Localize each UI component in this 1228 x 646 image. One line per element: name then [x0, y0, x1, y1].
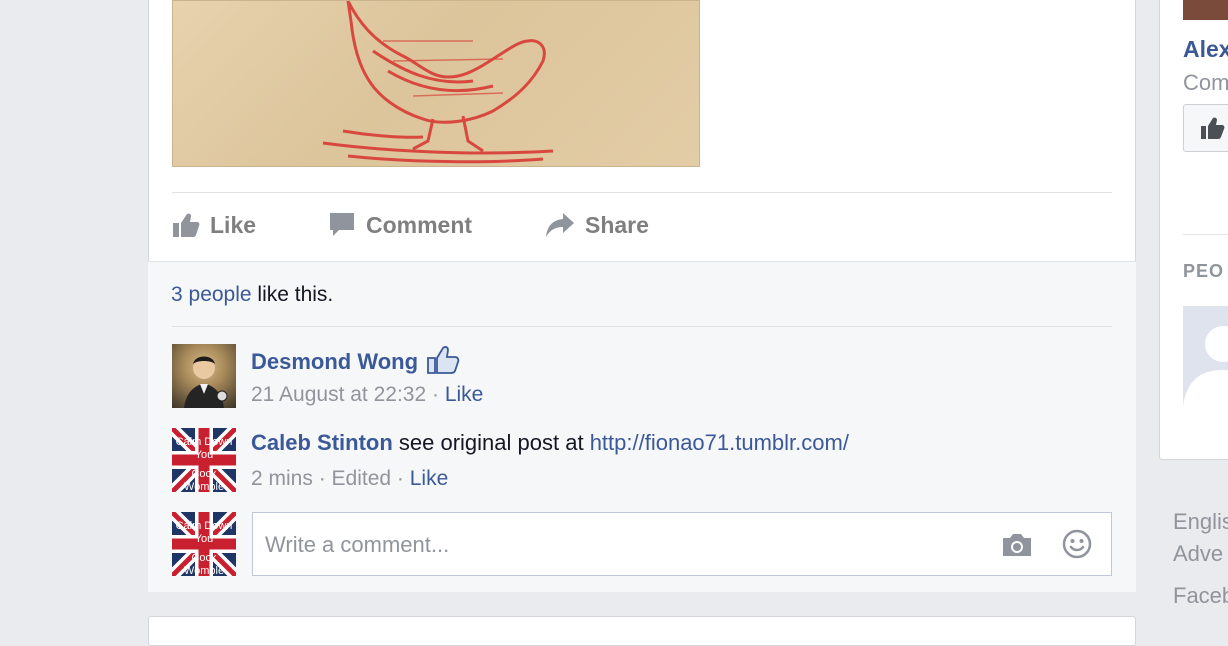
comment-link[interactable]: http://fionao71.tumblr.com/: [590, 430, 849, 455]
footer-language-link[interactable]: Englis: [1173, 509, 1228, 535]
like-label: Like: [210, 211, 257, 238]
like-button[interactable]: Like: [172, 208, 256, 242]
comment-timestamp[interactable]: 2 mins: [251, 467, 313, 490]
actions-divider-top: [172, 192, 1112, 193]
footer-facebook-link[interactable]: Faceb: [1173, 583, 1228, 609]
comment-author-avatar[interactable]: [172, 344, 236, 408]
comment-2-meta: 2 mins · Edited · Like: [251, 467, 448, 491]
sidebar-profile-subtitle: Com: [1183, 70, 1228, 95]
comment-label: Comment: [366, 211, 473, 238]
likes-count-link[interactable]: 3 people: [171, 283, 252, 306]
like-reaction-icon: [427, 346, 460, 374]
comment-1-meta: 21 August at 22:32 · Like: [251, 383, 483, 407]
sidebar-divider: [1183, 234, 1228, 235]
composer-avatar: Calm Down You Cock Womble: [172, 512, 236, 576]
share-label: Share: [585, 211, 649, 238]
likes-summary: 3 people like this.: [171, 283, 333, 307]
next-post-card: [148, 616, 1136, 646]
footer-advertising-link[interactable]: Adve: [1173, 541, 1223, 567]
comment-composer: [252, 512, 1112, 576]
sidebar-like-page-button[interactable]: [1183, 104, 1228, 152]
person-silhouette-icon: [1183, 326, 1228, 406]
comments-divider: [172, 326, 1112, 327]
meta-separator: ·: [391, 467, 410, 490]
comment-author-avatar[interactable]: Calm Down You Cock Womble: [172, 428, 236, 492]
edited-label[interactable]: Edited: [332, 467, 392, 490]
share-arrow-icon: [546, 213, 574, 237]
avatar-text-line: You: [194, 449, 214, 461]
post-image[interactable]: [172, 0, 700, 167]
comment-author-name[interactable]: Desmond Wong: [251, 349, 418, 374]
comment-button[interactable]: Comment: [328, 208, 472, 242]
meta-separator: ·: [426, 383, 445, 406]
avatar-text-line: Calm Down: [175, 520, 233, 532]
thumbs-up-icon: [173, 213, 200, 237]
sidebar-section-title: PEO: [1183, 261, 1225, 281]
emoji-icon[interactable]: [1062, 529, 1092, 559]
thumbs-up-icon: [1201, 117, 1225, 139]
person-placeholder-avatar[interactable]: [1183, 306, 1228, 406]
comment-body: see original post at: [392, 430, 590, 455]
camera-icon[interactable]: [1001, 532, 1033, 558]
avatar-text-line: Womble: [183, 565, 225, 577]
comment-like-link[interactable]: Like: [410, 467, 449, 490]
comment-timestamp[interactable]: 21 August at 22:32: [251, 383, 426, 406]
comment-author-name[interactable]: Caleb Stinton: [251, 430, 393, 455]
likes-suffix: like this.: [251, 283, 334, 306]
share-button[interactable]: Share: [545, 208, 649, 242]
avatar-text-line: Cock: [191, 552, 217, 564]
comment-2: Caleb Stinton see original post at http:…: [251, 430, 849, 456]
duck-illustration: [322, 1, 554, 164]
avatar-text-line: You: [194, 533, 214, 545]
comment-bubble-icon: [330, 213, 354, 236]
avatar-text-line: Womble: [183, 481, 225, 493]
comment-1: Desmond Wong: [251, 345, 460, 375]
avatar-text-line: Calm Down: [175, 436, 233, 448]
comment-like-link[interactable]: Like: [445, 383, 484, 406]
avatar-text-line: Cock: [191, 468, 217, 480]
comment-input[interactable]: [263, 527, 987, 563]
meta-separator: ·: [312, 467, 332, 490]
sidebar-profile-name[interactable]: Alex: [1183, 36, 1228, 63]
avatar-photo: [184, 356, 228, 408]
sidebar-cover-thumbnail[interactable]: [1183, 0, 1228, 20]
